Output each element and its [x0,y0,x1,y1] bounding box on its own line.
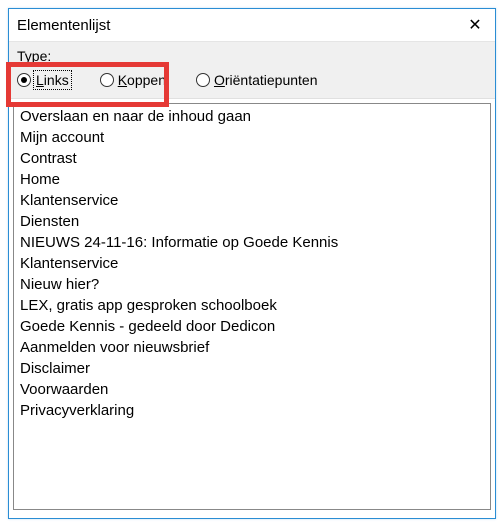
type-radio-koppen[interactable]: Koppen [100,72,166,88]
list-item[interactable]: Aanmelden voor nieuwsbrief [18,337,486,358]
list-item[interactable]: Home [18,169,486,190]
radio-icon [196,73,210,87]
type-radio-links[interactable]: Links [17,72,70,88]
elements-list-dialog: Elementenlijst ✕ Type: Links Koppen Oriënt… [8,8,496,519]
type-label: Type: [17,48,487,64]
list-item[interactable]: Voorwaarden [18,379,486,400]
type-radio-row: Links Koppen Oriëntatiepunten [17,72,487,88]
type-radio-orient[interactable]: Oriëntatiepunten [196,72,318,88]
list-item[interactable]: Diensten [18,211,486,232]
radio-label: Links [35,72,70,88]
radio-label: Koppen [118,72,166,88]
type-section: Type: Links Koppen Oriëntatiepunten [9,42,495,99]
titlebar: Elementenlijst ✕ [9,9,495,42]
list-item[interactable]: Privacyverklaring [18,400,486,421]
close-icon[interactable]: ✕ [465,15,485,35]
list-item[interactable]: Klantenservice [18,253,486,274]
window-title: Elementenlijst [17,17,110,34]
list-item[interactable]: Overslaan en naar de inhoud gaan [18,106,486,127]
list-item[interactable]: Klantenservice [18,190,486,211]
radio-label: Oriëntatiepunten [214,72,318,88]
list-item[interactable]: Goede Kennis - gedeeld door Dedicon [18,316,486,337]
list-item[interactable]: LEX, gratis app gesproken schoolboek [18,295,486,316]
radio-icon [17,73,31,87]
list-item[interactable]: Nieuw hier? [18,274,486,295]
list-item[interactable]: NIEUWS 24-11-16: Informatie op Goede Ken… [18,232,486,253]
list-item[interactable]: Contrast [18,148,486,169]
list-item[interactable]: Disclaimer [18,358,486,379]
radio-icon [100,73,114,87]
elements-list[interactable]: Overslaan en naar de inhoud gaanMijn acc… [13,103,491,510]
list-item[interactable]: Mijn account [18,127,486,148]
